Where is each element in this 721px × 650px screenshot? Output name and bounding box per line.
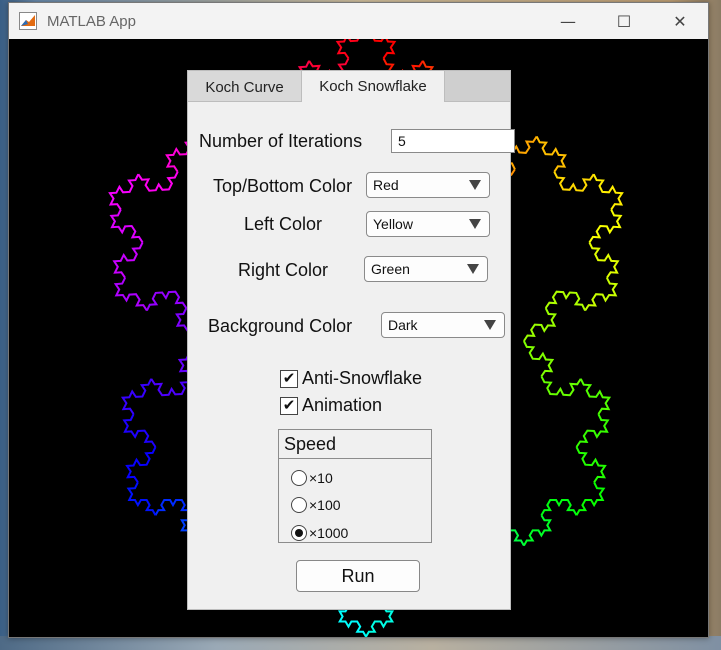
run-button[interactable]: Run <box>296 560 420 592</box>
snowflake-segment <box>540 375 582 397</box>
snowflake-segment <box>523 307 557 342</box>
right-color-dropdown[interactable]: Green <box>364 256 488 282</box>
title-bar[interactable]: MATLAB App — ☐ ✕ <box>9 3 708 39</box>
snowflake-segment <box>588 209 623 243</box>
snowflake-segment <box>540 499 578 516</box>
snowflake-segment <box>365 605 395 637</box>
snowflake-segment <box>575 446 607 483</box>
top-bottom-color-dropdown[interactable]: Red <box>366 172 490 198</box>
iterations-label: Number of Iterations <box>199 131 363 151</box>
desktop-background <box>0 636 721 650</box>
speed-group: Speed ×10 ×100 ×1000 <box>278 429 432 543</box>
iterations-field[interactable]: 5 <box>391 129 515 153</box>
background-color-label: Background Color <box>208 316 353 336</box>
left-color-value: Yellow <box>373 216 413 232</box>
snowflake-segment <box>109 209 144 243</box>
snowflake-segment <box>588 241 620 279</box>
snowflake-segment <box>592 173 624 211</box>
snowflake-segment <box>584 277 619 312</box>
snowflake-segment <box>523 514 552 547</box>
snowflake-segment <box>126 481 157 516</box>
snowflake-segment <box>579 378 612 415</box>
checkmark-icon: ✔ <box>280 369 298 388</box>
left-color-label: Left Color <box>244 214 323 234</box>
snowflake-segment <box>335 39 360 59</box>
radio-icon <box>291 497 307 513</box>
snowflake-segment <box>137 171 179 192</box>
top-bottom-color-value: Red <box>373 177 399 193</box>
matlab-icon <box>19 12 37 30</box>
snowflake-segment <box>575 481 606 516</box>
snowflake-segment <box>337 605 367 637</box>
radio-icon <box>291 470 307 486</box>
background-color-dropdown[interactable]: Dark <box>381 312 505 338</box>
anti-snowflake-label: Anti-Snowflake <box>302 368 423 388</box>
snowflake-segment <box>112 241 144 279</box>
checkmark-icon: ✔ <box>280 396 298 415</box>
snowflake-segment <box>372 39 397 59</box>
snowflake-segment <box>154 499 192 516</box>
speed-option-1000[interactable]: ×1000 <box>291 525 348 541</box>
close-button[interactable]: ✕ <box>652 3 708 39</box>
animation-label: Animation <box>302 395 383 415</box>
snowflake-segment <box>575 413 610 448</box>
chevron-down-icon <box>484 320 496 330</box>
right-color-label: Right Color <box>238 260 329 280</box>
speed-option-label: ×100 <box>309 497 341 513</box>
anti-snowflake-checkbox[interactable]: ✔ Anti-Snowflake <box>280 368 422 389</box>
tab-koch-snowflake[interactable]: Koch Snowflake <box>302 71 445 102</box>
speed-title: Speed <box>279 430 431 459</box>
minimize-button[interactable]: — <box>540 3 596 39</box>
maximize-button[interactable]: ☐ <box>596 3 652 39</box>
tab-koch-curve[interactable]: Koch Curve <box>188 71 302 101</box>
chevron-down-icon <box>469 219 481 229</box>
radio-selected-icon <box>291 525 307 541</box>
snowflake-segment <box>113 277 148 312</box>
speed-option-label: ×1000 <box>309 525 349 541</box>
snowflake-segment <box>108 173 140 211</box>
right-color-value: Green <box>371 261 410 277</box>
animation-checkbox[interactable]: ✔ Animation <box>280 395 382 416</box>
snowflake-segment <box>146 290 188 312</box>
window-title: MATLAB App <box>47 12 136 30</box>
snowflake-segment <box>523 340 555 377</box>
chevron-down-icon <box>469 180 481 190</box>
snowflake-segment <box>544 290 586 312</box>
snowflake-segment <box>125 446 157 483</box>
speed-option-label: ×10 <box>309 470 333 486</box>
tab-strip: Koch Curve Koch Snowflake <box>188 71 510 102</box>
chevron-down-icon <box>467 264 479 274</box>
snowflake-segment <box>535 135 567 173</box>
snowflake-segment <box>150 375 192 397</box>
background-color-value: Dark <box>388 317 418 333</box>
speed-option-10[interactable]: ×10 <box>291 470 333 486</box>
snowflake-segment <box>120 378 153 415</box>
top-bottom-color-label: Top/Bottom Color <box>213 176 353 196</box>
snowflake-segment <box>553 171 595 192</box>
speed-option-100[interactable]: ×100 <box>291 497 341 513</box>
snowflake-segment <box>122 413 157 448</box>
left-color-dropdown[interactable]: Yellow <box>366 211 490 237</box>
